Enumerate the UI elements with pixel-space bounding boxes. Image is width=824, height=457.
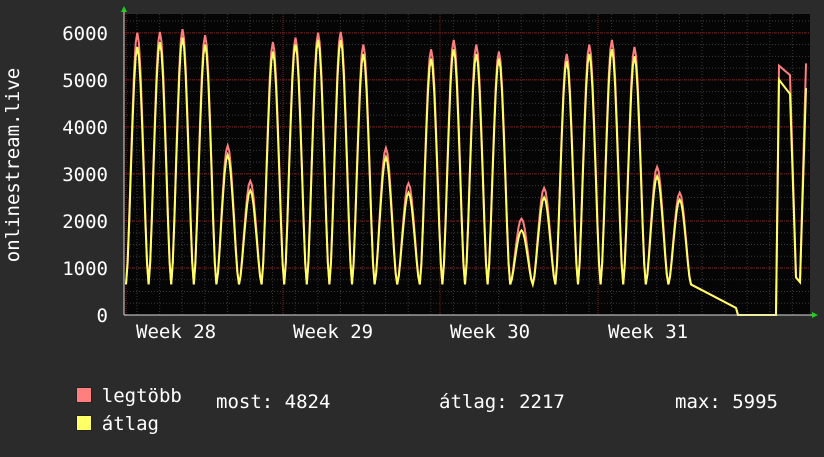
x-tick-label: Week 28 [136, 321, 216, 343]
y-axis-label: onlinestream.live [2, 68, 24, 262]
stat-max: max: 5995 [675, 391, 778, 413]
y-tick-label: 3000 [62, 164, 108, 186]
stat-current: most: 4824 [216, 391, 330, 413]
stat-current-value: 4824 [284, 391, 331, 413]
x-tick-label: Week 29 [293, 321, 373, 343]
legend-item-avg: átlag [30, 391, 159, 457]
y-tick-label: 6000 [62, 23, 108, 45]
y-axis-arrow [121, 6, 127, 12]
stat-average-label: átlag: [439, 391, 508, 413]
legend-label-avg: átlag [101, 413, 159, 435]
stat-average: átlag: 2217 [439, 391, 565, 413]
stat-average-value: 2217 [519, 391, 565, 413]
legend-swatch-avg [75, 415, 92, 431]
y-tick-label: 2000 [62, 211, 108, 233]
y-tick-label: 5000 [62, 70, 108, 92]
stat-max-value: 5995 [732, 391, 778, 413]
stat-current-label: most: [216, 391, 274, 413]
y-tick-label: 4000 [62, 117, 108, 139]
chart-container: 0 1000 2000 3000 4000 5000 6000 Week 28 Week 29 W… [0, 0, 824, 435]
x-tick-label: Week 31 [608, 321, 688, 343]
x-tick-label: Week 30 [450, 321, 530, 343]
stat-max-label: max: [675, 391, 721, 413]
x-axis-arrow [812, 312, 818, 318]
y-tick-label: 1000 [62, 258, 108, 280]
y-tick-label: 0 [97, 305, 108, 327]
